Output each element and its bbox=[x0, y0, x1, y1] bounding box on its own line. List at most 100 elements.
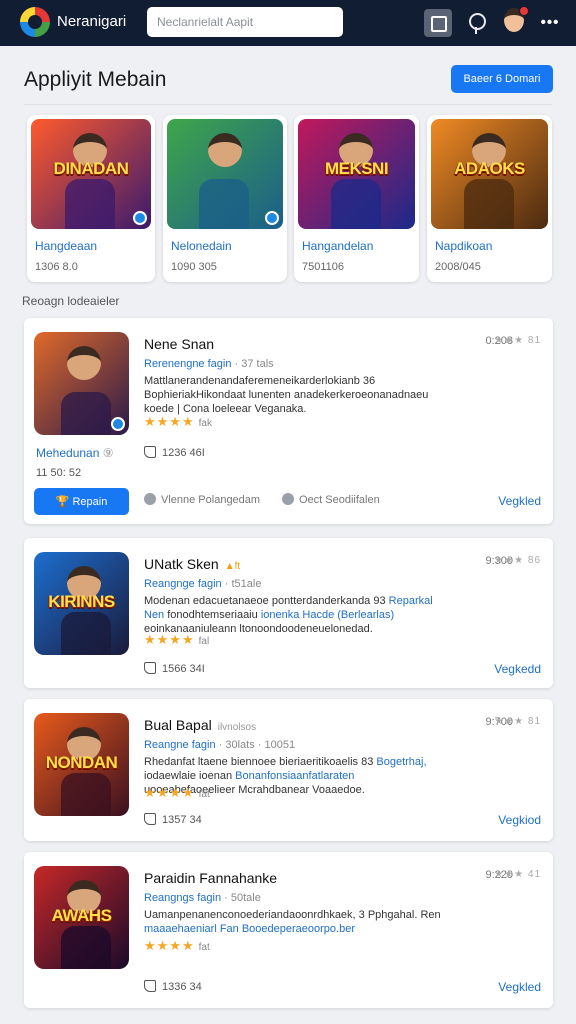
header-action-button[interactable]: Baeer 6 Domari bbox=[451, 65, 553, 93]
featured-thumbnail[interactable]: DINADAN bbox=[31, 119, 151, 229]
app-category-meta: · 50tale bbox=[224, 892, 261, 904]
featured-thumbnail[interactable]: MEKSNI bbox=[298, 119, 415, 229]
app-thumbnail[interactable]: NONDAN bbox=[34, 713, 129, 816]
avatar[interactable] bbox=[500, 5, 529, 35]
app-category[interactable]: Reangngs fagin · 50tale bbox=[144, 892, 261, 904]
featured-card[interactable]: DINADAN Hangdeaan 1306 8.0 bbox=[27, 115, 155, 282]
app-description: Uamanpenanenconoederiandaoonrdhkaek, 3 P… bbox=[144, 908, 444, 936]
app-category[interactable]: Reangnge fagin · t51ale bbox=[144, 578, 261, 590]
featured-thumbnail[interactable]: ADAOKS bbox=[431, 119, 548, 229]
featured-meta: 2008/045 bbox=[435, 261, 481, 273]
app-title[interactable]: Bual Bapal ilvnolsos bbox=[144, 717, 256, 733]
description-link[interactable]: ionenka Hacde (Berlearlas) bbox=[261, 609, 394, 621]
featured-card[interactable]: MEKSNI Hangandelan 7501106 bbox=[294, 115, 419, 282]
featured-thumbnail[interactable] bbox=[167, 119, 283, 229]
rating-stars-glyphs: ★★★★ bbox=[144, 414, 195, 429]
page-title: Appliyit Mebain bbox=[24, 68, 167, 91]
app-category-meta: · 37 tals bbox=[234, 358, 274, 370]
art-title: ADAOKS bbox=[454, 159, 525, 178]
description-link[interactable]: Bogetrhaj, bbox=[376, 756, 426, 768]
repair-button-label: Repain bbox=[72, 496, 108, 508]
view-link[interactable]: Vegkled bbox=[498, 980, 541, 994]
rating-stars-glyphs: ★★★★ bbox=[144, 632, 195, 647]
character-head bbox=[67, 346, 102, 380]
featured-title[interactable]: Hangandelan bbox=[302, 239, 373, 253]
platform-badge-icon bbox=[265, 211, 279, 225]
comment-link-text: Oect Seodiifalen bbox=[299, 494, 380, 506]
description-text: Modenan edacuetanaeoe pontterdanderkanda… bbox=[144, 595, 389, 607]
featured-title[interactable]: Hangdeaan bbox=[35, 239, 97, 253]
featured-card[interactable]: ADAOKS Napdikoan 2008/045 bbox=[427, 115, 552, 282]
featured-card[interactable]: Nelonedain 1090 305 bbox=[163, 115, 287, 282]
section-label: Reoagn lodeaieler bbox=[22, 294, 120, 308]
app-title-text: Bual Bapal bbox=[144, 717, 212, 733]
description-link[interactable]: Bonanfonsiaanfatlaraten bbox=[235, 770, 354, 782]
list-item[interactable]: NONDAN Bual Bapal ilvnolsos 9:700 ★★★ 81 Rean… bbox=[24, 699, 553, 841]
featured-title[interactable]: Napdikoan bbox=[435, 239, 492, 253]
list-item[interactable]: Nene Snan 0:203 ★★★ 81 Rerenengne fagin · 3… bbox=[24, 318, 553, 524]
more-icon[interactable]: ••• bbox=[536, 9, 564, 37]
app-category-label: Rerenengne fagin bbox=[144, 358, 232, 370]
logo-icon[interactable] bbox=[20, 7, 50, 37]
rating-stars-glyphs: ★★★★ bbox=[144, 938, 195, 953]
rating-stars: ★★★★ fal bbox=[144, 632, 209, 648]
app-description: Modenan edacuetanaeoe pontterdanderkanda… bbox=[144, 594, 444, 636]
description-link[interactable]: maaaehaeniarl Fan Booedeperaeoorpo.ber bbox=[144, 923, 355, 935]
art-title: NONDAN bbox=[45, 753, 118, 772]
app-description: Mattlanerandenandaferemeneikarderlokianb… bbox=[144, 374, 444, 416]
like-count-text: 1336 34 bbox=[162, 981, 202, 993]
pin-icon bbox=[144, 493, 156, 505]
app-tag: ▲ft bbox=[224, 561, 241, 572]
list-item[interactable]: AWAHS Paraidin Fannahanke 9:220 ★★★ 41 Reang… bbox=[24, 852, 553, 1008]
app-title[interactable]: UNatk Sken ▲ft bbox=[144, 556, 240, 572]
like-count[interactable]: 1357 34 bbox=[144, 813, 202, 826]
app-score: ★★★ 81 bbox=[494, 716, 541, 727]
app-thumbnail[interactable]: KIRINNS bbox=[34, 552, 129, 655]
thumbs-up-icon bbox=[144, 813, 156, 825]
extra-label[interactable]: Mehedunan ⑨ bbox=[36, 446, 113, 460]
character-head bbox=[207, 133, 242, 167]
character-body bbox=[330, 179, 381, 229]
top-bar: Neranigari Neclanrielalt Aapit ••• bbox=[0, 0, 576, 46]
like-count[interactable]: 1566 34I bbox=[144, 662, 205, 675]
repair-button[interactable]: 🏆 Repain bbox=[34, 488, 129, 515]
app-category-meta: · t51ale bbox=[224, 578, 262, 590]
rating-count: fak bbox=[198, 418, 212, 429]
platform-badge-icon bbox=[111, 417, 125, 431]
search-input[interactable]: Neclanrielalt Aapit bbox=[147, 7, 343, 37]
rating-count: fat bbox=[198, 789, 210, 800]
character-body bbox=[463, 179, 514, 229]
list-item[interactable]: KIRINNS UNatk Sken ▲ft 9:300 ★★★ 86 Reangnge … bbox=[24, 538, 553, 688]
help-icon[interactable]: ⑨ bbox=[99, 446, 114, 460]
location-link[interactable]: Vlenne Polangedam bbox=[144, 493, 260, 506]
like-count[interactable]: 1236 46I bbox=[144, 446, 205, 459]
featured-meta: 7501106 bbox=[302, 261, 345, 273]
art-title: AWAHS bbox=[51, 906, 112, 925]
app-category-label: Reangne fagin bbox=[144, 739, 216, 751]
character-body bbox=[60, 392, 111, 435]
app-score: ★★★ 81 bbox=[494, 335, 541, 346]
bulb-icon[interactable] bbox=[462, 9, 490, 37]
description-text: Uamanpenanenconoederiandaoonrdhkaek, 3 P… bbox=[144, 909, 441, 921]
extra-meta: 11 50: 52 bbox=[36, 467, 82, 479]
app-category[interactable]: Reangne fagin · 30lats · 10051 bbox=[144, 739, 295, 751]
app-category[interactable]: Rerenengne fagin · 37 tals bbox=[144, 358, 274, 370]
description-text: fonodhtemseriaaiu bbox=[164, 609, 261, 621]
description-text: Hikondaat lunenten anadekerkeroeon bbox=[195, 389, 380, 401]
trophy-icon: 🏆 bbox=[55, 496, 73, 508]
app-title[interactable]: Nene Snan bbox=[144, 336, 214, 352]
thumbs-up-icon bbox=[144, 662, 156, 674]
edit-icon[interactable] bbox=[424, 9, 452, 37]
app-title[interactable]: Paraidin Fannahanke bbox=[144, 870, 277, 886]
view-link[interactable]: Vegkiod bbox=[498, 813, 541, 827]
app-thumbnail[interactable]: AWAHS bbox=[34, 866, 129, 969]
view-link[interactable]: Vegkled bbox=[498, 494, 541, 508]
featured-meta: 1090 305 bbox=[171, 261, 217, 273]
comment-link[interactable]: Oect Seodiifalen bbox=[282, 493, 380, 506]
like-count[interactable]: 1336 34 bbox=[144, 980, 202, 993]
featured-title[interactable]: Nelonedain bbox=[171, 239, 232, 253]
app-thumbnail[interactable] bbox=[34, 332, 129, 435]
view-link[interactable]: Vegkedd bbox=[494, 662, 541, 676]
location-link-text: Vlenne Polangedam bbox=[161, 494, 261, 506]
app-subtitle: ilvnolsos bbox=[217, 722, 257, 733]
